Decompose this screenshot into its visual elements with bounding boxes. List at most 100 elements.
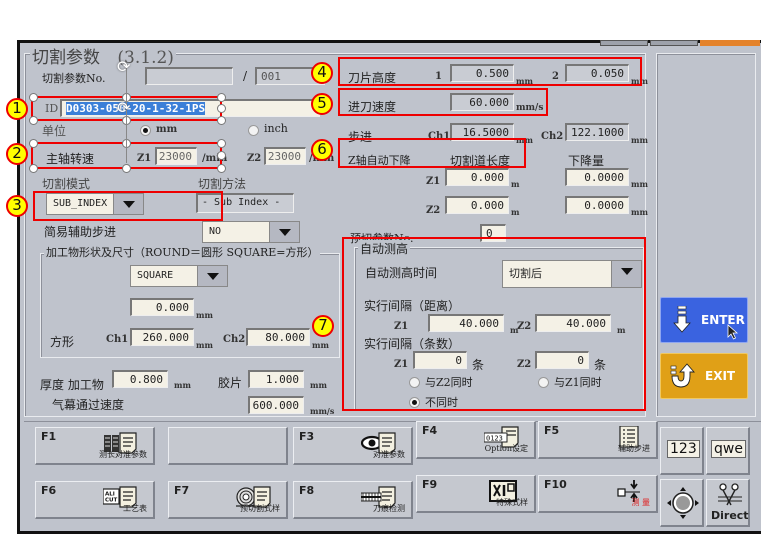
f4-button[interactable]: F4 0123 Option设定 [416,421,536,459]
f10-button[interactable]: F10 测 量 [538,475,658,513]
exit-button[interactable]: EXIT [660,353,748,399]
z1-length-unit: m [511,179,520,189]
spindle-z1-label: Z1 [137,153,152,164]
resize-handle[interactable] [217,93,226,102]
f9-caption: 特殊式样 [496,498,528,507]
f6-button[interactable]: F6 ALI CUT 工艺表 [35,481,155,519]
square-ch1-field[interactable]: 260.000 [130,328,194,346]
count-z2-field[interactable]: 0 [535,351,589,369]
top-tab-active[interactable] [700,40,760,46]
direct-label: Direct [711,509,749,522]
f5-caption: 辅助步进 [618,444,650,453]
square-ch2-label: Ch2 [223,334,246,345]
spindle-z1-field[interactable]: 23000 [155,147,197,165]
numeric-keyboard-button[interactable]: 123 [660,427,704,475]
cut-method-label: 切割方法 [198,177,247,191]
f9-button[interactable]: F9 特殊式样 [416,475,536,513]
resize-handle[interactable] [29,139,38,148]
enter-button[interactable]: ENTER [660,297,748,343]
unit-inch-radio[interactable] [248,125,259,136]
thickness-work-unit: mm [174,380,191,390]
alpha-keyboard-button[interactable]: qwe [706,427,750,475]
simple-aux-label: 简易辅助步进 [44,225,117,239]
id-label: ID [45,102,59,115]
air-curtain-field[interactable]: 600.000 [248,396,304,414]
top-tab[interactable] [650,40,698,46]
no-sync-radio[interactable] [409,397,420,408]
resize-handle[interactable] [29,164,38,173]
unit-mm-radio[interactable] [140,125,151,136]
z2-amount-field[interactable]: 0.0000 [565,196,629,214]
thickness-work-field[interactable]: 0.800 [112,370,168,388]
dist-z1-field[interactable]: 40.000 [428,314,504,332]
jog-control-button[interactable] [660,479,704,527]
workpiece-shape-dropdown[interactable]: SQUARE [130,265,228,287]
resize-handle[interactable] [217,151,226,160]
f7-key-label: F7 [174,484,190,497]
dist-z2-field[interactable]: 40.000 [535,314,611,332]
diameter-unit: mm [196,310,213,320]
f7-button[interactable]: F7 预切割式样 [168,481,288,519]
resize-handle[interactable] [122,164,131,173]
unit-mm-label: mm [156,124,178,135]
annotation-badge-4: 4 [311,62,333,84]
z1-amount-field[interactable]: 0.0000 [565,168,629,186]
auto-height-time-value: 切割后 [509,267,542,280]
square-ch1-unit: mm [196,340,213,350]
f6-caption: 工艺表 [123,504,147,513]
precut-no-field[interactable]: 0 [480,224,506,242]
count-z1-field[interactable]: 0 [413,351,467,369]
rotate-handle-icon[interactable]: ⟳ [117,98,130,117]
unit-inch-label: inch [264,122,288,135]
blade-height-1-field: 0.500 [450,64,514,82]
id-field[interactable]: D0303-050-20-1-32-1PS [60,99,320,117]
down-amount-label: 下降量 [568,154,605,168]
z1-length-field[interactable]: 0.000 [445,168,509,186]
resize-handle[interactable] [29,93,38,102]
unit-label: 单位 [42,124,67,138]
f1-key-label: F1 [41,430,57,443]
f3-button[interactable]: F3 对准参数 [293,427,413,465]
cut-mode-dropdown[interactable]: SUB_INDEX [46,193,144,215]
resize-handle[interactable] [217,104,226,113]
dist-z2-label: Z2 [517,321,532,332]
resize-handle[interactable] [217,139,226,148]
annotation-badge-2: 2 [6,143,28,165]
square-ch2-field[interactable]: 80.000 [246,328,310,346]
spindle-z2-field[interactable]: 23000 [264,147,306,165]
feed-speed-field: 60.000 [450,93,514,111]
interval-distance-label: 实行间隔（距离） [364,299,461,313]
blade-height-2-label: 2 [552,71,559,82]
cut-param-no-separator: / [243,69,248,83]
rotate-handle-icon[interactable]: ⟳ [117,57,130,76]
blade-height-1-label: 1 [435,71,442,82]
diameter-field[interactable]: 0.000 [130,298,194,316]
f3-key-label: F3 [299,430,315,443]
direct-button[interactable]: Direct [706,479,750,527]
exit-label: EXIT [705,369,736,383]
resize-handle[interactable] [217,116,226,125]
numeric-keyboard-label: 123 [667,440,700,458]
f8-button[interactable]: F8 刀痕检测 [293,481,413,519]
resize-handle[interactable] [29,116,38,125]
simple-aux-dropdown[interactable]: NO [202,221,300,243]
interval-count-label: 实行间隔（条数） [364,337,461,351]
count-z2-unit: 条 [594,358,607,372]
f1-button[interactable]: F1 测长对准参数 [35,427,155,465]
f4-key-label: F4 [422,424,438,437]
z2-length-field[interactable]: 0.000 [445,196,509,214]
svg-text:0123: 0123 [486,435,503,443]
panel-title: 切割参数 (3.1.2) [30,43,176,68]
cut-param-no-field[interactable] [145,67,233,85]
enter-arrow-icon [673,306,691,333]
index-ch2-field: 122.1000 [565,123,629,141]
f10-key-label: F10 [544,478,567,491]
f5-button[interactable]: F5 辅助步进 [538,421,658,459]
top-tab[interactable] [600,40,648,46]
sync-z2-radio[interactable] [409,377,420,388]
blade-height-1-unit: mm [516,76,533,86]
auto-height-time-dropdown[interactable]: 切割后 [502,260,642,288]
tape-field[interactable]: 1.000 [248,370,304,388]
sync-z1-radio[interactable] [538,377,549,388]
resize-handle[interactable] [217,164,226,173]
